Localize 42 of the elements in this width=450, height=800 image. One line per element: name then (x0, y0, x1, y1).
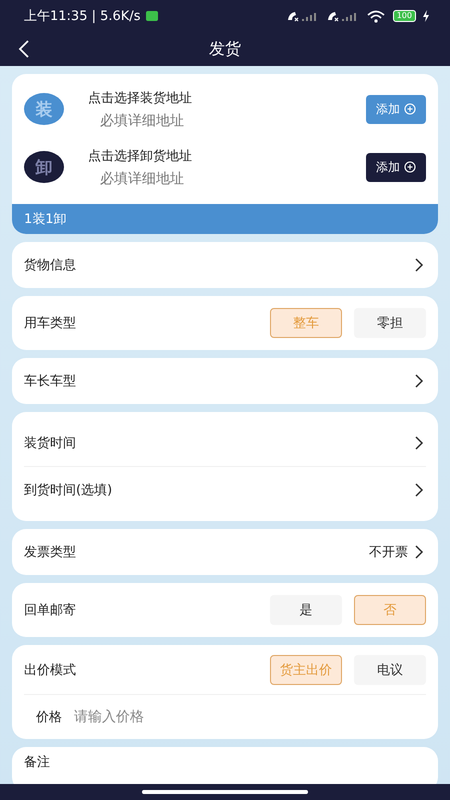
plus-circle-icon (404, 161, 416, 173)
option-button[interactable]: 电议 (354, 654, 426, 684)
row-label: 用车类型 (24, 315, 76, 332)
plus-circle-icon (404, 103, 416, 115)
battery-indicator: 100 (392, 10, 416, 22)
price-input[interactable]: 请输入价格 (74, 709, 426, 725)
form-row[interactable]: 装货时间 (12, 420, 438, 466)
form-row[interactable]: 车长车型 (12, 358, 438, 404)
row-label: 回单邮寄 (24, 602, 76, 619)
row-label: 备注 (24, 755, 50, 770)
back-icon[interactable] (18, 40, 30, 58)
row-label: 车长车型 (24, 373, 76, 390)
address-title[interactable]: 点击选择装货地址 (88, 88, 366, 106)
row-label: 到货时间(选填) (24, 482, 112, 499)
wifi-icon (366, 10, 385, 22)
add-button[interactable]: 添加 (366, 152, 426, 182)
chevron-icon (414, 373, 424, 389)
status-time: 上午11:35 | 5.6K/s (24, 8, 140, 25)
form-row[interactable]: 到货时间(选填) (24, 466, 426, 513)
form-row[interactable]: 发票类型 不开票 (12, 529, 438, 575)
row-label: 发票类型 (24, 544, 76, 561)
chevron-icon (414, 435, 424, 451)
row-label: 装货时间 (24, 435, 76, 452)
chevron-icon (414, 482, 424, 498)
address-title[interactable]: 点击选择卸货地址 (88, 146, 366, 164)
address-badge: 装 (24, 93, 64, 125)
address-hint: 必填详细地址 (99, 170, 185, 188)
option-button[interactable]: 零担 (354, 308, 426, 338)
option-button[interactable]: 是 (270, 595, 342, 625)
page-title: 发货 (209, 38, 241, 60)
row-label: 货物信息 (24, 257, 76, 274)
row-value: 不开票 (369, 544, 408, 561)
field-label: 价格 (36, 709, 62, 726)
app-icon (146, 11, 158, 21)
chevron-icon (414, 257, 424, 273)
form-row[interactable]: 货物信息 (12, 242, 438, 288)
chevron-icon (414, 544, 424, 560)
charging-icon (422, 10, 430, 22)
route-summary: 1装1卸 (24, 211, 67, 228)
address-hint: 必填详细地址 (99, 112, 185, 130)
address-badge: 卸 (24, 151, 64, 183)
row-label: 出价模式 (24, 662, 76, 678)
